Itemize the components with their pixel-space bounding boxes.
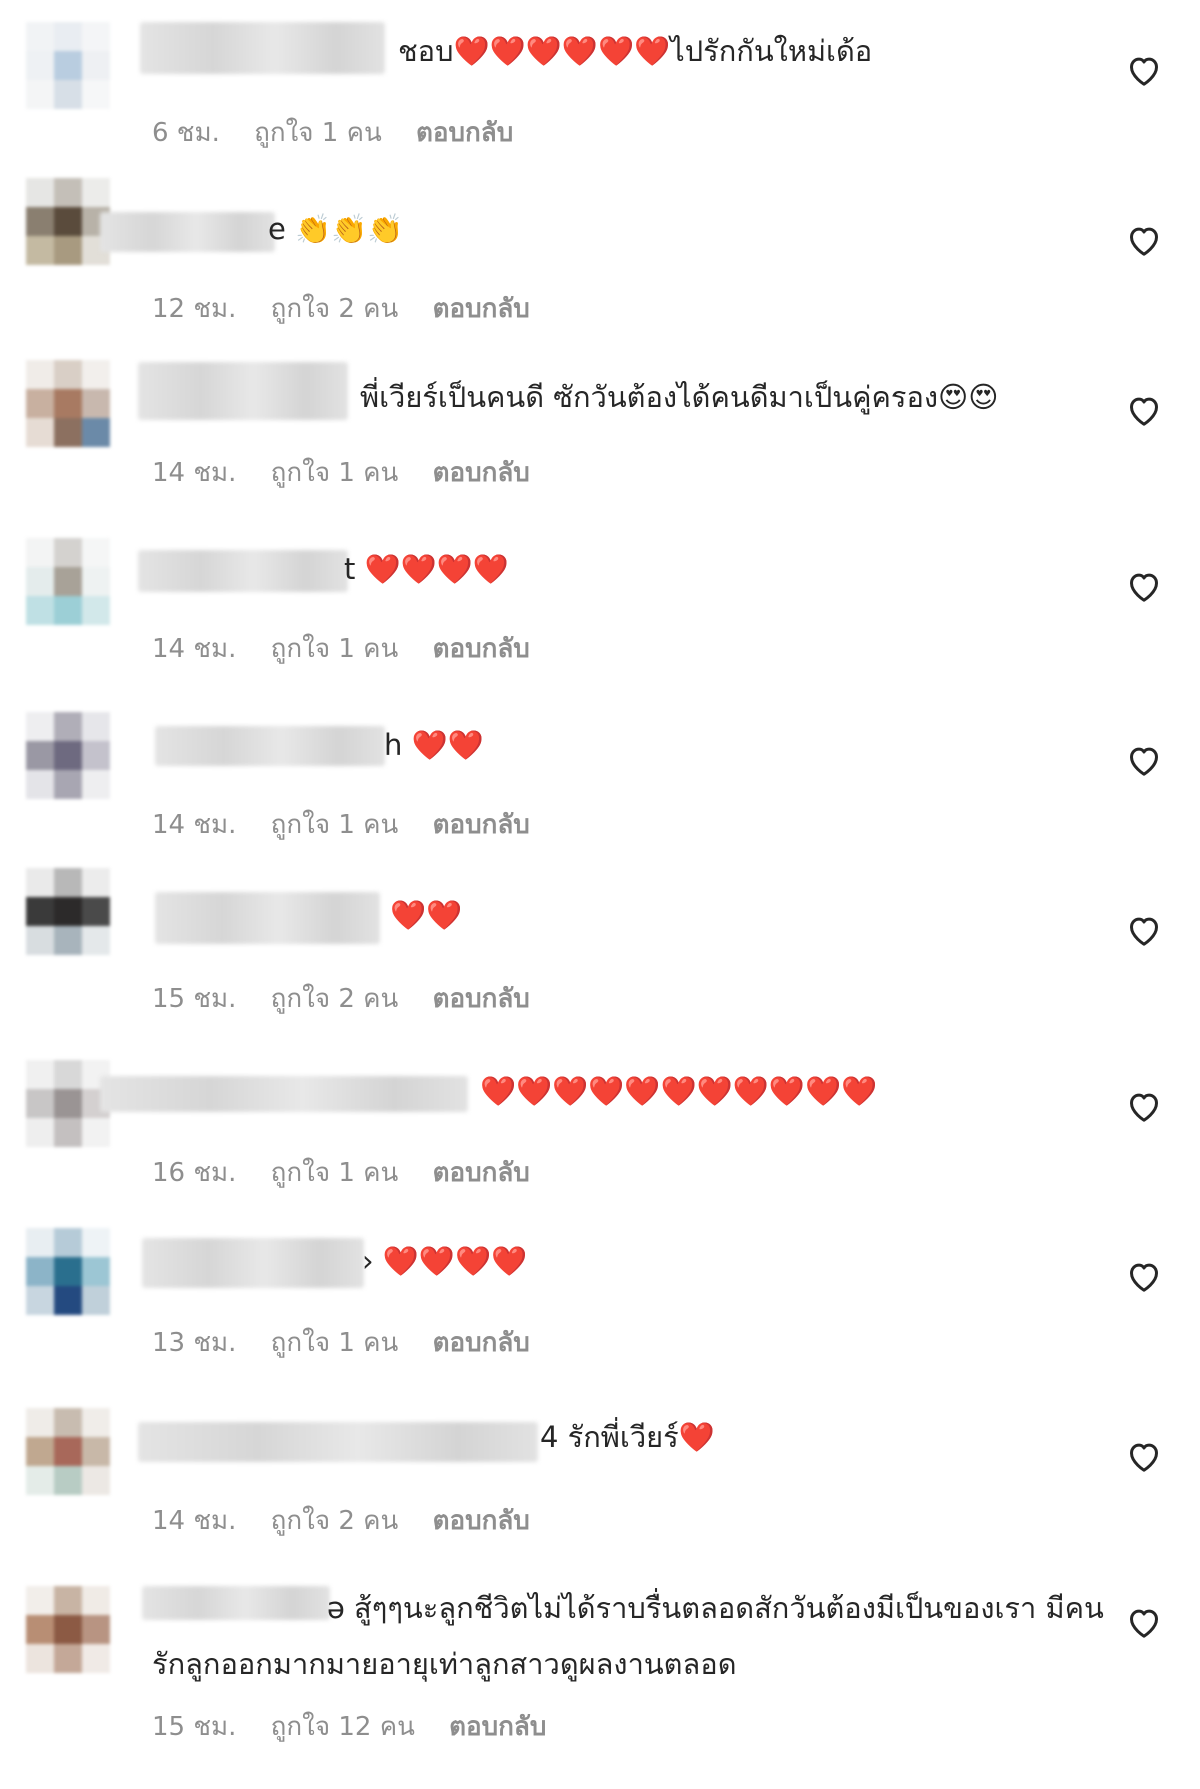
- comment-meta: 15 ชม. ถูกใจ 2 คน ตอบกลับ: [152, 978, 556, 1019]
- avatar[interactable]: [26, 712, 110, 800]
- comment-time: 14 ชม.: [152, 810, 237, 840]
- reply-button[interactable]: ตอบกลับ: [433, 984, 530, 1014]
- comment-text: h ❤️❤️: [384, 728, 484, 762]
- like-count[interactable]: ถูกใจ 1 คน: [271, 458, 399, 488]
- comment-text: ❤️❤️❤️❤️❤️❤️❤️❤️❤️❤️❤️: [480, 1074, 878, 1108]
- comment-text: t ❤️❤️❤️❤️: [344, 552, 510, 586]
- reply-button[interactable]: ตอบกลับ: [433, 294, 530, 324]
- avatar[interactable]: [26, 538, 110, 626]
- comment-time: 14 ชม.: [152, 634, 237, 664]
- like-count[interactable]: ถูกใจ 1 คน: [271, 1328, 399, 1358]
- avatar[interactable]: [26, 1586, 110, 1674]
- like-heart-icon[interactable]: [1124, 50, 1164, 90]
- comment-time: 15 ชม.: [152, 984, 237, 1014]
- avatar[interactable]: [26, 178, 110, 266]
- like-heart-icon[interactable]: [1124, 740, 1164, 780]
- like-heart-icon[interactable]: [1124, 910, 1164, 950]
- comment-meta: 16 ชม. ถูกใจ 1 คน ตอบกลับ: [152, 1152, 556, 1193]
- like-heart-icon[interactable]: [1124, 1256, 1164, 1296]
- comment-list: ชอบ❤️❤️❤️❤️❤️❤️ไปรักกันใหม่เด้อ 6 ชม. ถู…: [0, 0, 1200, 1789]
- username-blurred[interactable]: [100, 212, 275, 252]
- comment-text: ชอบ❤️❤️❤️❤️❤️❤️ไปรักกันใหม่เด้อ: [398, 34, 873, 68]
- comment-meta: 14 ชม. ถูกใจ 1 คน ตอบกลับ: [152, 804, 556, 845]
- avatar[interactable]: [26, 1060, 110, 1148]
- username-blurred[interactable]: [138, 362, 348, 420]
- comment-time: 16 ชม.: [152, 1158, 237, 1188]
- like-heart-icon[interactable]: [1124, 1086, 1164, 1126]
- comment-meta: 14 ชม. ถูกใจ 1 คน ตอบกลับ: [152, 628, 556, 669]
- avatar[interactable]: [26, 1228, 110, 1316]
- comment-time: 6 ชม.: [152, 118, 220, 148]
- comment-meta: 14 ชม. ถูกใจ 1 คน ตอบกลับ: [152, 452, 556, 493]
- avatar[interactable]: [26, 360, 110, 448]
- username-blurred[interactable]: [142, 1238, 364, 1288]
- comment-text: ❤️❤️: [390, 898, 463, 932]
- reply-button[interactable]: ตอบกลับ: [416, 118, 513, 148]
- like-heart-icon[interactable]: [1124, 390, 1164, 430]
- username-blurred[interactable]: [138, 1422, 538, 1462]
- comment-text: ə สู้ๆๆนะลูกชีวิตไม่ได้ราบรื่นตลอดสักวัน…: [152, 1591, 1104, 1681]
- comment-time: 14 ชม.: [152, 458, 237, 488]
- username-blurred[interactable]: [155, 726, 385, 766]
- reply-button[interactable]: ตอบกลับ: [433, 1328, 530, 1358]
- comment-meta: 13 ชม. ถูกใจ 1 คน ตอบกลับ: [152, 1322, 556, 1363]
- avatar[interactable]: [26, 1408, 110, 1496]
- avatar[interactable]: [26, 22, 110, 110]
- like-count[interactable]: ถูกใจ 1 คน: [254, 118, 382, 148]
- like-count[interactable]: ถูกใจ 2 คน: [271, 984, 399, 1014]
- comment-meta: 6 ชม. ถูกใจ 1 คน ตอบกลับ: [152, 112, 539, 153]
- username-blurred[interactable]: [138, 550, 348, 592]
- reply-button[interactable]: ตอบกลับ: [433, 458, 530, 488]
- like-count[interactable]: ถูกใจ 12 คน: [271, 1712, 415, 1742]
- like-count[interactable]: ถูกใจ 2 คน: [271, 294, 399, 324]
- comment-time: 12 ชม.: [152, 294, 237, 324]
- comment-meta: 14 ชม. ถูกใจ 2 คน ตอบกลับ: [152, 1500, 556, 1541]
- username-blurred[interactable]: [100, 1076, 468, 1112]
- reply-button[interactable]: ตอบกลับ: [433, 634, 530, 664]
- like-heart-icon[interactable]: [1124, 1602, 1164, 1642]
- reply-button[interactable]: ตอบกลับ: [433, 1506, 530, 1536]
- comment-text: 4 รักพี่เวียร์❤️: [540, 1420, 715, 1454]
- like-heart-icon[interactable]: [1124, 566, 1164, 606]
- reply-button[interactable]: ตอบกลับ: [433, 1158, 530, 1188]
- like-count[interactable]: ถูกใจ 1 คน: [271, 634, 399, 664]
- username-blurred[interactable]: [155, 892, 380, 944]
- comment-meta: 12 ชม. ถูกใจ 2 คน ตอบกลับ: [152, 288, 556, 329]
- comment-text: พี่เวียร์เป็นคนดี ซักวันต้องได้คนดีมาเป็…: [360, 380, 999, 414]
- comment-meta: 15 ชม. ถูกใจ 12 คน ตอบกลับ: [152, 1706, 572, 1747]
- like-count[interactable]: ถูกใจ 1 คน: [271, 1158, 399, 1188]
- like-count[interactable]: ถูกใจ 2 คน: [271, 1506, 399, 1536]
- comment-time: 15 ชม.: [152, 1712, 237, 1742]
- avatar[interactable]: [26, 868, 110, 956]
- like-heart-icon[interactable]: [1124, 220, 1164, 260]
- like-heart-icon[interactable]: [1124, 1436, 1164, 1476]
- comment-time: 14 ชม.: [152, 1506, 237, 1536]
- username-blurred[interactable]: [140, 22, 385, 74]
- reply-button[interactable]: ตอบกลับ: [449, 1712, 546, 1742]
- comment-time: 13 ชม.: [152, 1328, 237, 1358]
- reply-button[interactable]: ตอบกลับ: [433, 810, 530, 840]
- like-count[interactable]: ถูกใจ 1 คน: [271, 810, 399, 840]
- comment-text: › ❤️❤️❤️❤️: [362, 1244, 528, 1278]
- comment-text: e 👏👏👏: [268, 212, 404, 246]
